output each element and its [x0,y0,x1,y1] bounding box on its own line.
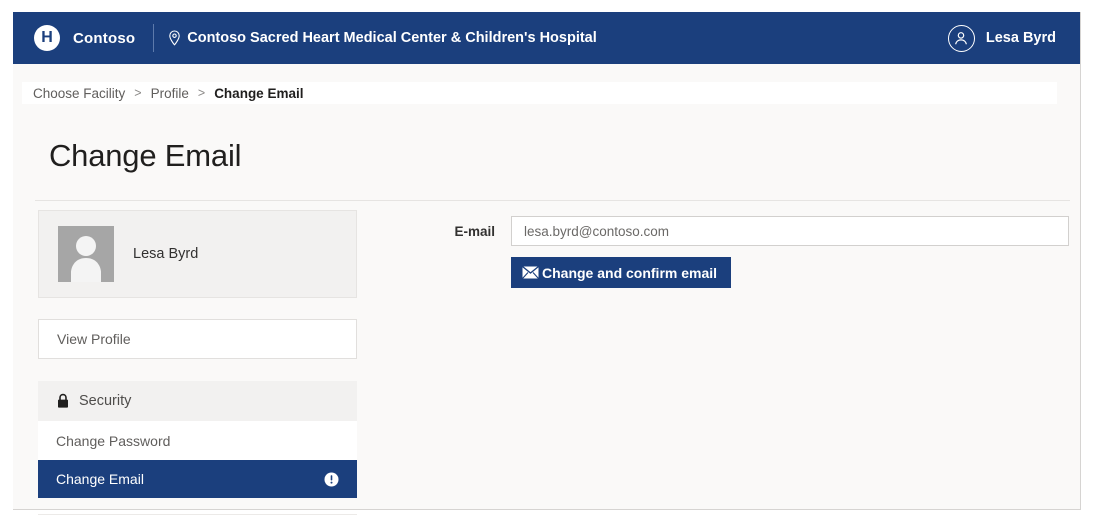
location-pin-icon [168,29,181,46]
change-email-label: Change Email [56,471,144,487]
sidebar-bottom-divider [38,514,357,515]
breadcrumb-item-change-email: Change Email [214,85,304,101]
change-password-label: Change Password [56,432,171,449]
change-and-confirm-email-label: Change and confirm email [542,264,718,281]
header-divider [153,24,155,52]
brand-logo[interactable]: H Contoso [34,25,135,51]
security-group-header: Security [38,381,357,421]
contoso-logo-icon: H [34,25,60,51]
security-group-label: Security [79,393,132,409]
facility-name: Contoso Sacred Heart Medical Center & Ch… [187,30,597,46]
user-name-label: Lesa Byrd [985,30,1056,46]
envelope-icon [522,266,539,279]
title-divider [35,200,1070,201]
breadcrumb: Choose Facility > Profile > Change Email [22,86,303,101]
change-email-form: E-mail Change and confirm email [433,216,1073,288]
user-placeholder-photo [58,226,114,282]
breadcrumb-separator: > [197,86,206,100]
profile-sidebar: Lesa Byrd View Profile Security Change P… [27,210,368,515]
brand-name: Contoso [73,29,136,47]
sidebar-item-view-profile[interactable]: View Profile [38,319,357,359]
breadcrumb-separator: > [134,86,142,100]
email-input[interactable] [511,216,1069,246]
sidebar-item-change-email[interactable]: Change Email [38,460,357,498]
profile-card-name: Lesa Byrd [133,246,199,262]
profile-card: Lesa Byrd [38,210,357,298]
breadcrumb-item-choose-facility[interactable]: Choose Facility [33,86,125,101]
breadcrumb-item-profile[interactable]: Profile [151,86,189,101]
sidebar-item-change-password[interactable]: Change Password [38,421,357,460]
top-navigation-bar: H Contoso Contoso Sacred Heart Medical C… [13,12,1080,64]
user-menu[interactable]: Lesa Byrd [947,12,1056,64]
email-field-row: E-mail [433,216,1073,246]
facility-selector[interactable]: Contoso Sacred Heart Medical Center & Ch… [168,29,597,46]
email-label: E-mail [454,223,495,239]
security-menu-group: Security Change Password Change Email [38,381,357,515]
user-circle-icon [947,24,975,52]
view-profile-label: View Profile [57,331,131,347]
breadcrumb-bar: Choose Facility > Profile > Change Email [22,82,1057,104]
info-icon[interactable] [324,472,339,487]
change-and-confirm-email-button[interactable]: Change and confirm email [511,257,732,288]
lock-icon [56,393,70,409]
page-title: Change Email [49,138,242,173]
app-window: H Contoso Contoso Sacred Heart Medical C… [13,12,1081,515]
